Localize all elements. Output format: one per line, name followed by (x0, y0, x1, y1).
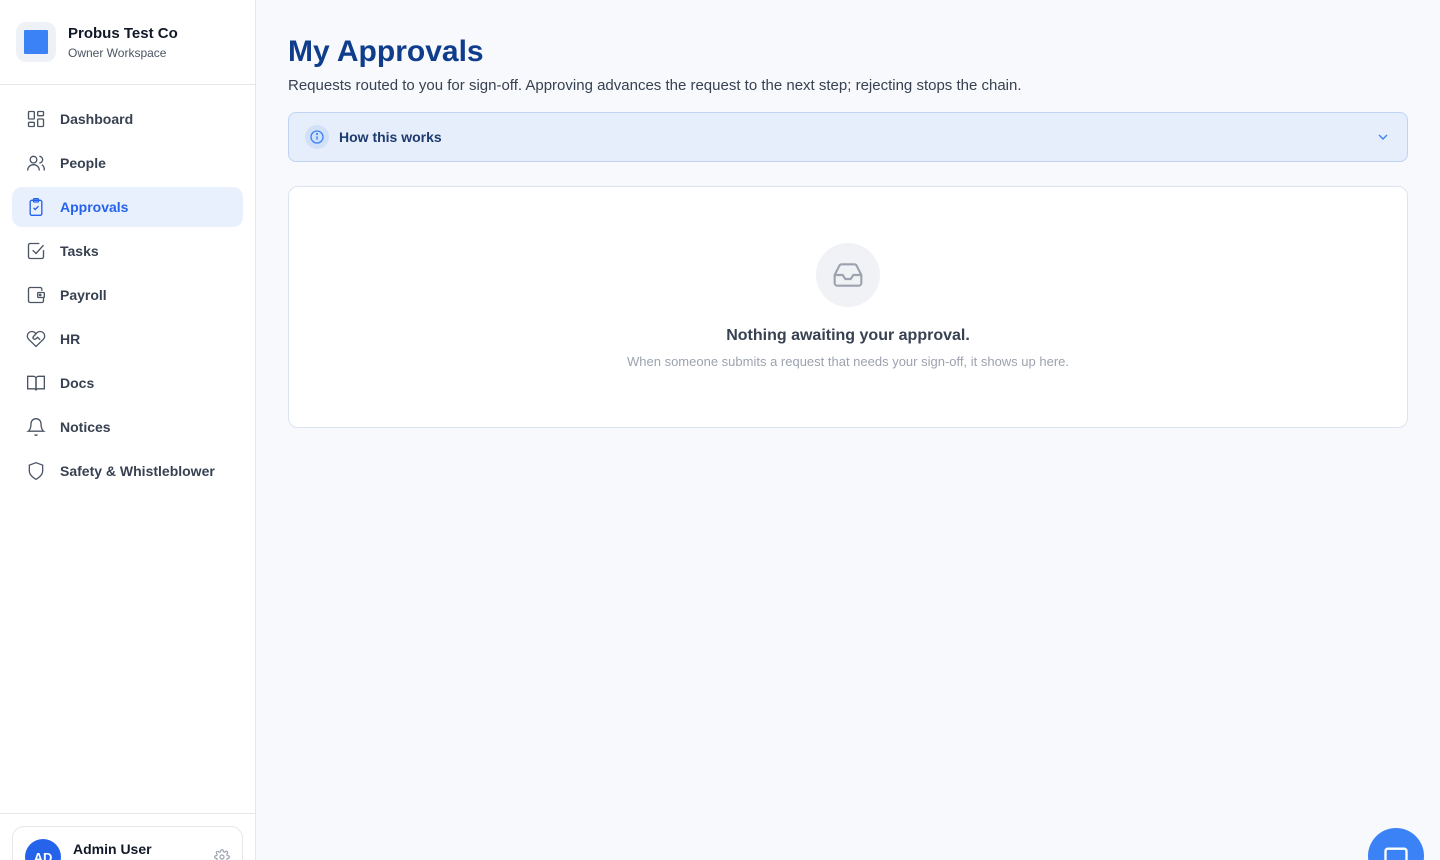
sidebar-nav: Dashboard People Approvals Tasks Payroll… (0, 85, 255, 491)
company-logo (16, 22, 56, 62)
grid-icon (27, 110, 45, 128)
gear-icon[interactable] (214, 849, 230, 860)
sidebar: Probus Test Co Owner Workspace Dashboard… (0, 0, 256, 860)
checkbox-icon (27, 242, 45, 260)
sidebar-item-label: Tasks (60, 243, 99, 259)
users-icon (27, 155, 45, 171)
sidebar-item-people[interactable]: People (12, 143, 243, 183)
page-subtitle: Requests routed to you for sign-off. App… (288, 77, 1022, 94)
wallet-icon (27, 286, 45, 304)
sidebar-item-hr[interactable]: HR (12, 319, 243, 359)
sidebar-item-label: Notices (60, 419, 111, 435)
brand-header[interactable]: Probus Test Co Owner Workspace (0, 0, 255, 85)
how-this-works-label: How this works (339, 129, 442, 145)
sidebar-item-dashboard[interactable]: Dashboard (12, 99, 243, 139)
inbox-icon (816, 243, 880, 307)
sidebar-item-label: HR (60, 331, 81, 347)
workspace-label: Owner Workspace (68, 45, 167, 60)
clipboard-check-icon (29, 198, 43, 216)
sidebar-divider (0, 813, 255, 814)
how-this-works-toggle[interactable]: How this works (288, 112, 1408, 162)
book-icon (27, 375, 45, 391)
empty-state-card: Nothing awaiting your approval. When som… (288, 186, 1408, 428)
shield-icon (28, 461, 44, 481)
avatar: AD (25, 839, 61, 860)
user-name: Admin User (73, 841, 152, 857)
company-name: Probus Test Co (68, 24, 178, 42)
sidebar-item-label: Approvals (60, 199, 129, 215)
sidebar-item-label: Safety & Whistleblower (60, 463, 215, 479)
sidebar-item-docs[interactable]: Docs (12, 363, 243, 403)
sidebar-item-label: Dashboard (60, 111, 134, 127)
bell-icon (26, 418, 46, 436)
sidebar-item-approvals[interactable]: Approvals (12, 187, 243, 227)
sidebar-item-label: People (60, 155, 106, 171)
empty-state-title: Nothing awaiting your approval. (726, 327, 970, 344)
chat-icon (1384, 847, 1408, 860)
chevron-down-icon (1378, 134, 1388, 140)
empty-state-subtitle: When someone submits a request that need… (627, 354, 1069, 369)
main-content: My Approvals Requests routed to you for … (288, 0, 1408, 428)
heart-handshake-icon (26, 330, 46, 348)
info-icon (305, 125, 329, 149)
chat-button[interactable] (1368, 828, 1424, 860)
sidebar-item-tasks[interactable]: Tasks (12, 231, 243, 271)
user-card[interactable]: AD Admin User (12, 826, 243, 860)
sidebar-item-notices[interactable]: Notices (12, 407, 243, 447)
sidebar-item-label: Docs (60, 375, 95, 391)
sidebar-item-payroll[interactable]: Payroll (12, 275, 243, 315)
sidebar-item-safety[interactable]: Safety & Whistleblower (12, 451, 243, 491)
sidebar-item-label: Payroll (60, 287, 107, 303)
page-title: My Approvals (288, 35, 484, 68)
